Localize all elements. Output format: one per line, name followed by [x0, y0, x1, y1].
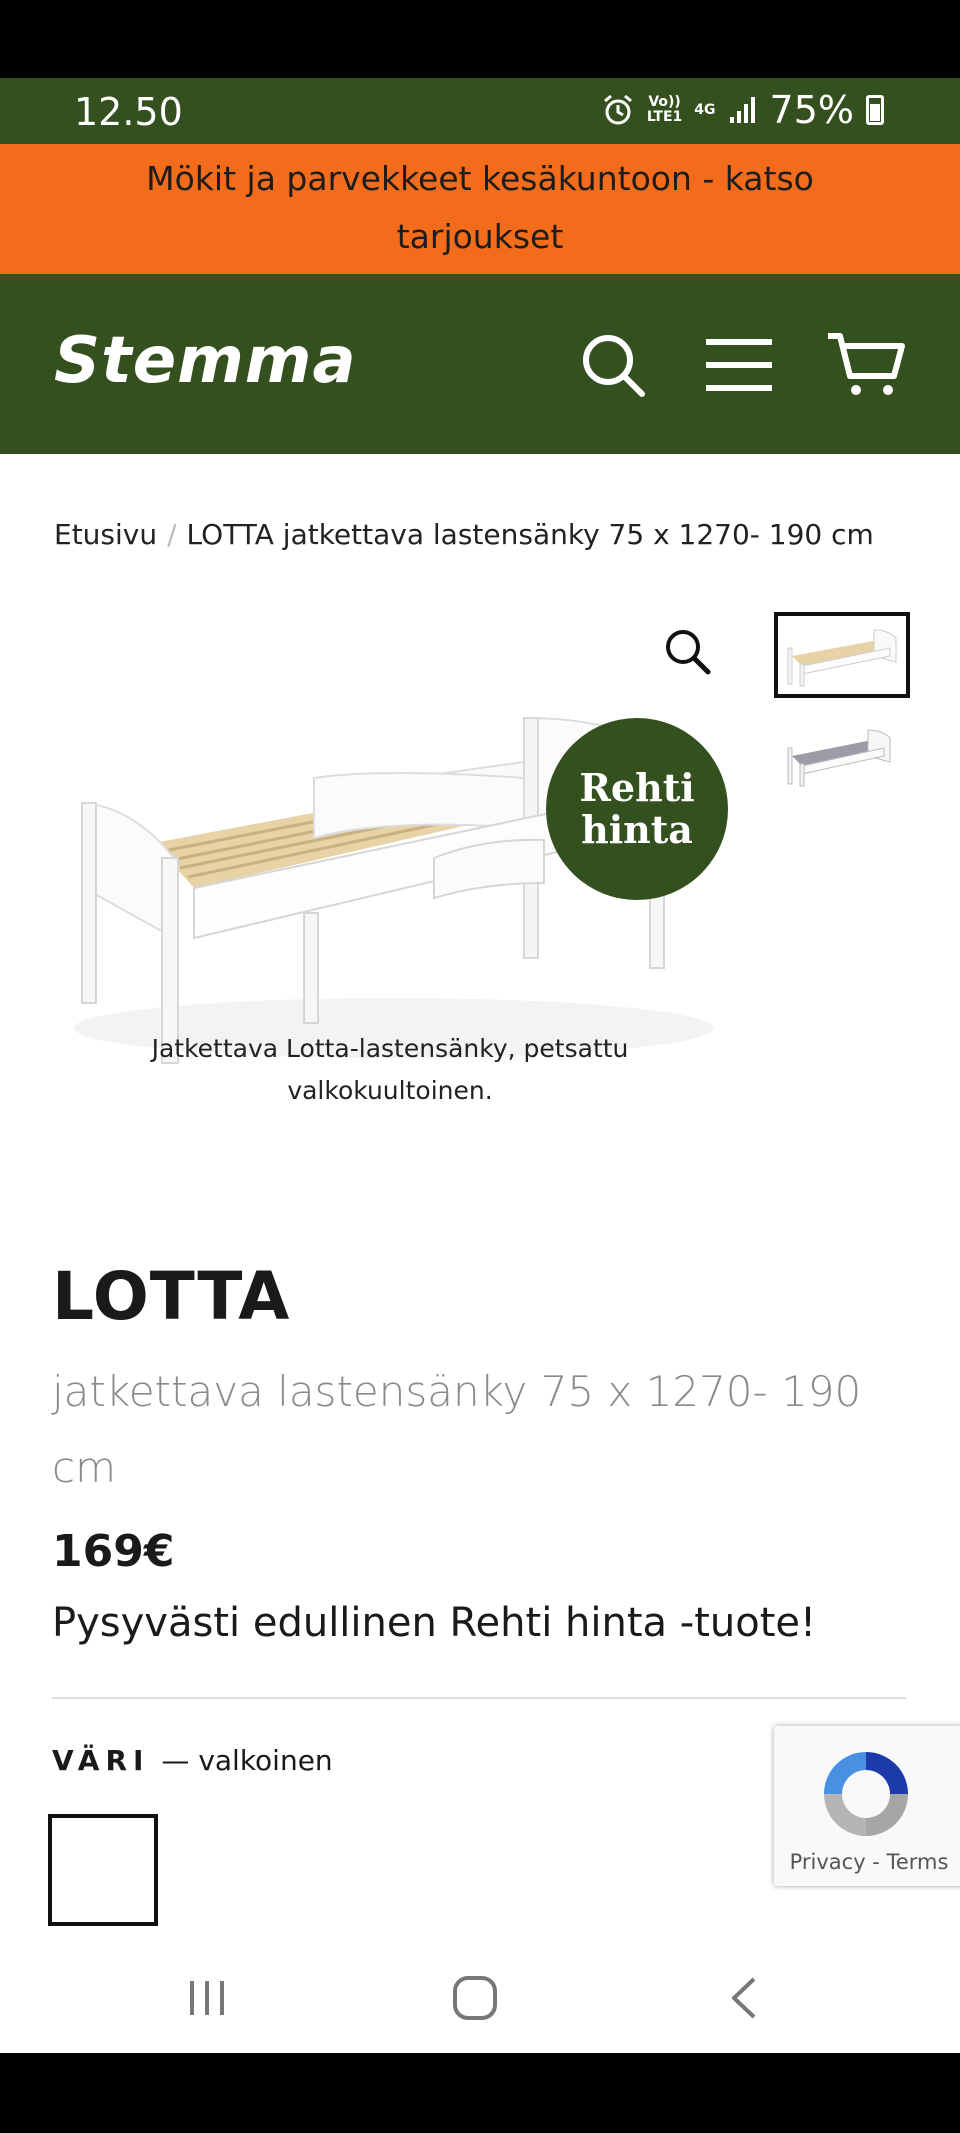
promo-banner[interactable]: Mökit ja parvekkeet kesäkuntoon - katso …	[0, 144, 960, 274]
status-time: 12.50	[74, 90, 183, 134]
thumbnail-1[interactable]	[774, 612, 910, 698]
stemma-logo[interactable]: Stemma	[54, 324, 357, 398]
status-icons: Vo)) LTE1 4G 75%	[601, 88, 884, 132]
breadcrumb-home[interactable]: Etusivu	[54, 518, 157, 551]
image-caption: Jatkettava Lotta-lastensänky, petsattu v…	[151, 1034, 629, 1105]
phone-screen: 12.50 Vo)) LTE1 4G 75% Mökit ja parvekke…	[0, 78, 960, 2053]
breadcrumb-separator: /	[167, 518, 177, 551]
signal-type: 4G	[694, 101, 716, 118]
rehti-hinta-badge: Rehti hinta	[546, 718, 728, 900]
site-header: Stemma	[0, 274, 960, 454]
breadcrumb-current: LOTTA jatkettava lastensänky 75 x 1270- …	[186, 518, 874, 551]
battery-icon	[866, 95, 884, 125]
badge-line-2: hinta	[581, 807, 693, 852]
alarm-icon	[603, 94, 632, 125]
home-icon[interactable]	[450, 1973, 500, 2023]
menu-icon[interactable]	[704, 330, 774, 400]
recaptcha-links[interactable]: Privacy - Terms	[774, 1850, 960, 1874]
variant-value: — valkoinen	[161, 1744, 333, 1777]
recent-apps-icon[interactable]	[182, 1973, 232, 2023]
product-subtitle: jatkettava lastensänky 75 x 1270- 190 cm	[52, 1367, 862, 1492]
divider	[52, 1697, 906, 1699]
search-icon[interactable]	[578, 330, 648, 400]
promo-text[interactable]: Mökit ja parvekkeet kesäkuntoon - katso …	[146, 159, 814, 256]
recaptcha-badge[interactable]: Privacy - Terms	[774, 1726, 960, 1886]
product-title: LOTTA	[52, 1258, 291, 1335]
android-nav-bar	[0, 1933, 960, 2053]
signal-bars-icon	[729, 97, 755, 123]
network-label: Vo)) LTE1	[646, 94, 683, 125]
product-price: 169€	[52, 1526, 175, 1577]
thumbnail-2[interactable]	[782, 720, 898, 792]
variant-key: VÄRI	[52, 1744, 150, 1777]
breadcrumb: Etusivu / LOTTA jatkettava lastensänky 75 …	[54, 518, 874, 551]
color-swatch-white[interactable]	[48, 1814, 158, 1926]
battery-percent: 75%	[769, 88, 854, 132]
product-tagline: Pysyvästi edullinen Rehti hinta -tuote!	[52, 1600, 817, 1646]
variant-label: VÄRI — valkoinen	[52, 1744, 333, 1777]
zoom-icon[interactable]	[660, 624, 714, 678]
badge-line-1: Rehti	[579, 765, 695, 810]
cart-icon[interactable]	[826, 330, 906, 400]
recaptcha-icon	[824, 1752, 908, 1836]
back-icon[interactable]	[720, 1973, 770, 2023]
status-bar: 12.50 Vo)) LTE1 4G 75%	[0, 78, 960, 144]
